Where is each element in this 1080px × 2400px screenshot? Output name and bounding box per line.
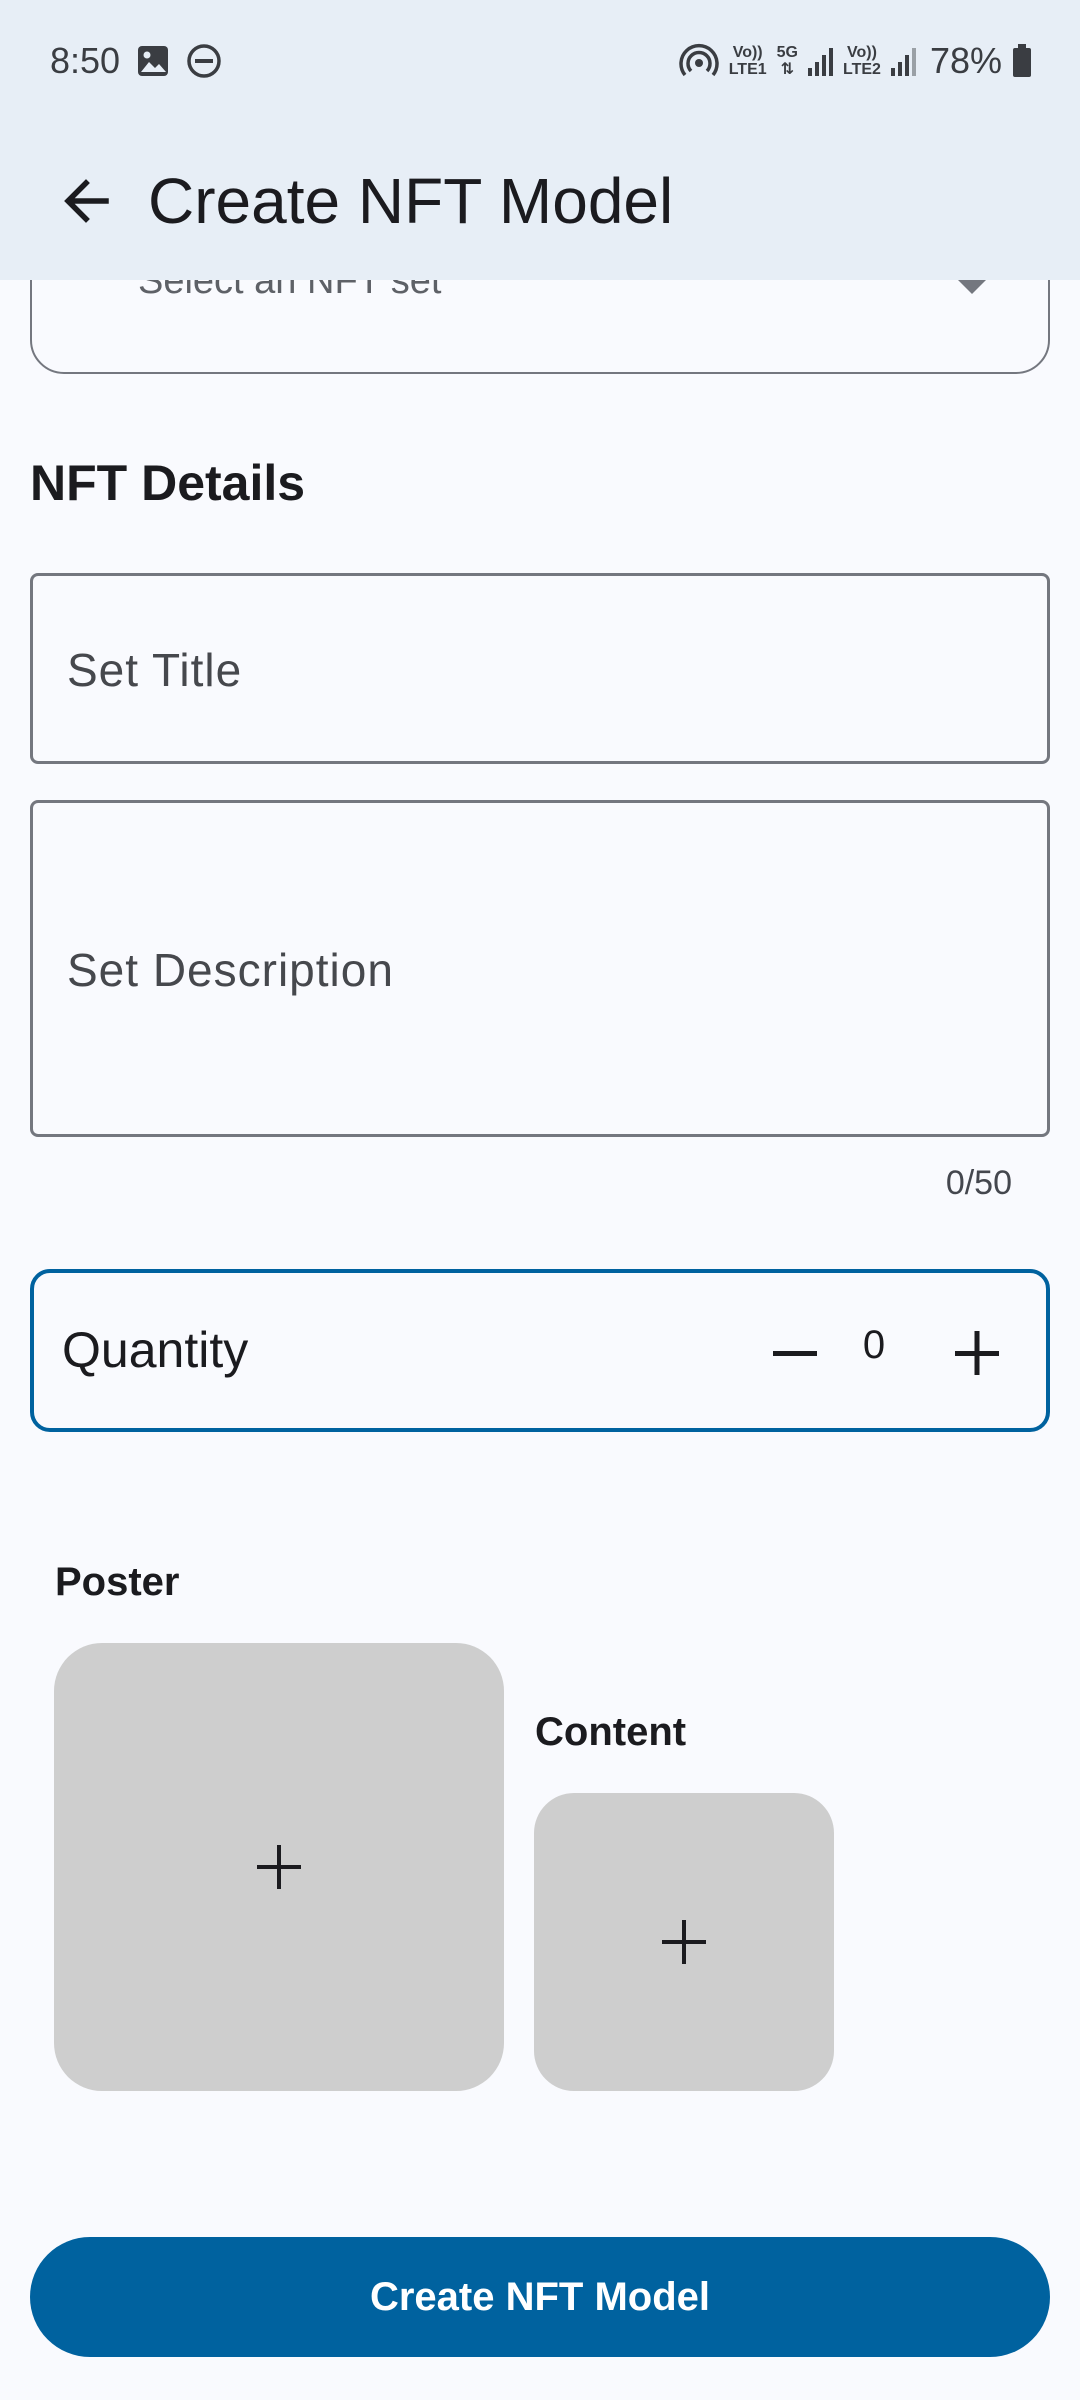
plus-icon	[955, 1331, 999, 1375]
add-icon	[257, 1845, 301, 1889]
arrow-back-icon	[64, 179, 109, 223]
back-button[interactable]	[56, 171, 116, 231]
quantity-value: 0	[862, 1323, 886, 1367]
quantity-increment-button[interactable]	[932, 1308, 1022, 1398]
quantity-decrement-button[interactable]	[750, 1308, 840, 1398]
network-5g-label: 5G ⇅	[776, 44, 798, 78]
minus-icon	[773, 1351, 817, 1356]
nft-details-heading: NFT Details	[30, 455, 306, 511]
title-placeholder: Set Title	[67, 644, 243, 696]
poster-label: Poster	[55, 1560, 180, 1604]
do-not-disturb-icon	[186, 43, 222, 79]
page-title: Create NFT Model	[148, 165, 674, 237]
content-label: Content	[535, 1710, 687, 1754]
network-lte1-label: Vo)) LTE1	[728, 44, 767, 78]
quantity-stepper: Quantity 0	[30, 1269, 1050, 1432]
add-content-button[interactable]	[534, 1793, 834, 2091]
app-bar: Create NFT Model	[0, 122, 1080, 280]
add-poster-button[interactable]	[54, 1643, 504, 2091]
add-icon	[662, 1920, 706, 1964]
battery-percentage: 78%	[929, 40, 1002, 81]
status-time: 8:50	[50, 40, 121, 81]
description-input[interactable]: Set Description	[30, 800, 1050, 1137]
title-input[interactable]: Set Title	[30, 573, 1050, 764]
description-placeholder: Set Description	[67, 944, 394, 996]
signal-strength-2-icon	[890, 46, 916, 76]
hotspot-icon	[679, 41, 719, 81]
status-bar: 8:50 Vo)) LTE1 5G ⇅ Vo)) LTE2 78%	[0, 0, 1080, 122]
image-icon	[136, 44, 170, 78]
create-nft-model-button[interactable]: Create NFT Model	[30, 2237, 1050, 2357]
data-arrows-icon: ⇅	[780, 61, 795, 78]
network-lte2-label: Vo)) LTE2	[843, 44, 881, 78]
battery-icon	[1012, 44, 1032, 78]
signal-strength-1-icon	[808, 46, 833, 76]
quantity-label: Quantity	[62, 1322, 249, 1378]
description-char-counter: 0/50	[945, 1164, 1012, 1202]
top-app-bar: 8:50 Vo)) LTE1 5G ⇅ Vo)) LTE2 78% Create…	[0, 0, 1080, 280]
